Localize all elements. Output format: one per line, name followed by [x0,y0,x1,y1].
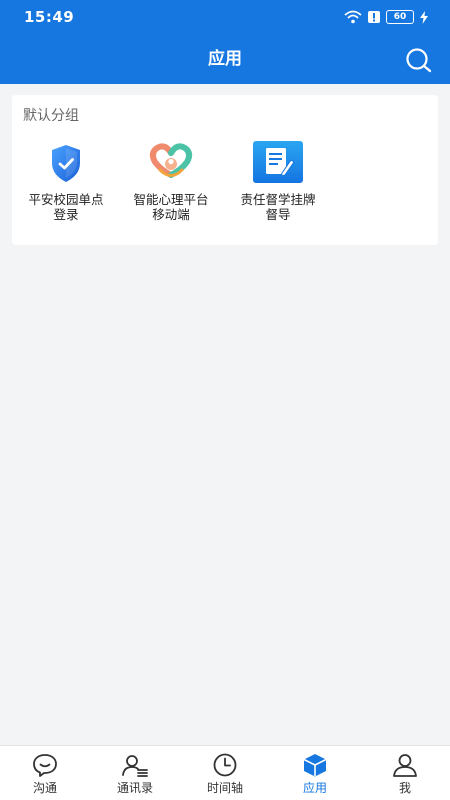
chat-bubble-icon [33,754,57,777]
cube-icon [303,754,327,777]
heart-hands-icon [149,143,193,178]
tab-contacts[interactable]: 通讯录 [90,746,180,800]
tab-label: 我 [398,781,411,795]
tab-chat[interactable]: 沟通 [0,746,90,800]
contacts-icon [122,755,148,777]
app-item-supervision[interactable]: 责任督学挂牌 督导 [223,139,333,222]
app-label-line1: 平安校园单点 [28,192,104,207]
person-icon [393,754,417,777]
app-label-line1: 智能心理平台 [133,192,209,207]
tab-timeline[interactable]: 时间轴 [180,746,270,800]
wifi-icon [344,10,362,24]
status-icons: 60 [344,10,428,24]
app-label-line2: 移动端 [152,207,190,222]
app-header: 应用 [0,34,450,84]
app-item-psychology[interactable]: 智能心理平台 移动端 [116,139,226,222]
app-group-card: 默认分组 平安校园单点 登录 智能心理平台 移动端 责任督学挂牌 督导 [12,95,438,245]
shield-check-icon [52,145,80,182]
bottom-tab-bar: 沟通 通讯录 时间轴 应用 我 [0,745,450,800]
clock-icon [213,753,237,777]
app-label: 平安校园单点 登录 [11,192,121,222]
group-title: 默认分组 [23,108,79,124]
app-item-safe-campus[interactable]: 平安校园单点 登录 [11,139,121,222]
alert-icon [368,11,380,23]
tab-label: 应用 [302,781,327,795]
tab-label: 沟通 [32,781,57,795]
app-label: 智能心理平台 移动端 [116,192,226,222]
document-edit-icon [253,141,303,183]
battery-indicator: 60 [386,10,414,24]
app-label-line1: 责任督学挂牌 [240,192,316,207]
app-label: 责任督学挂牌 督导 [223,192,333,222]
charging-icon [420,10,428,24]
tab-me[interactable]: 我 [360,746,450,800]
status-bar: 15:49 60 [0,0,450,34]
app-label-line2: 登录 [53,207,79,222]
status-time: 15:49 [24,8,75,26]
search-icon[interactable] [404,46,432,74]
tab-label: 时间轴 [206,781,243,795]
tab-label: 通讯录 [116,781,153,795]
tab-apps[interactable]: 应用 [270,746,360,800]
app-label-line2: 督导 [265,207,291,222]
page-title: 应用 [208,49,242,69]
